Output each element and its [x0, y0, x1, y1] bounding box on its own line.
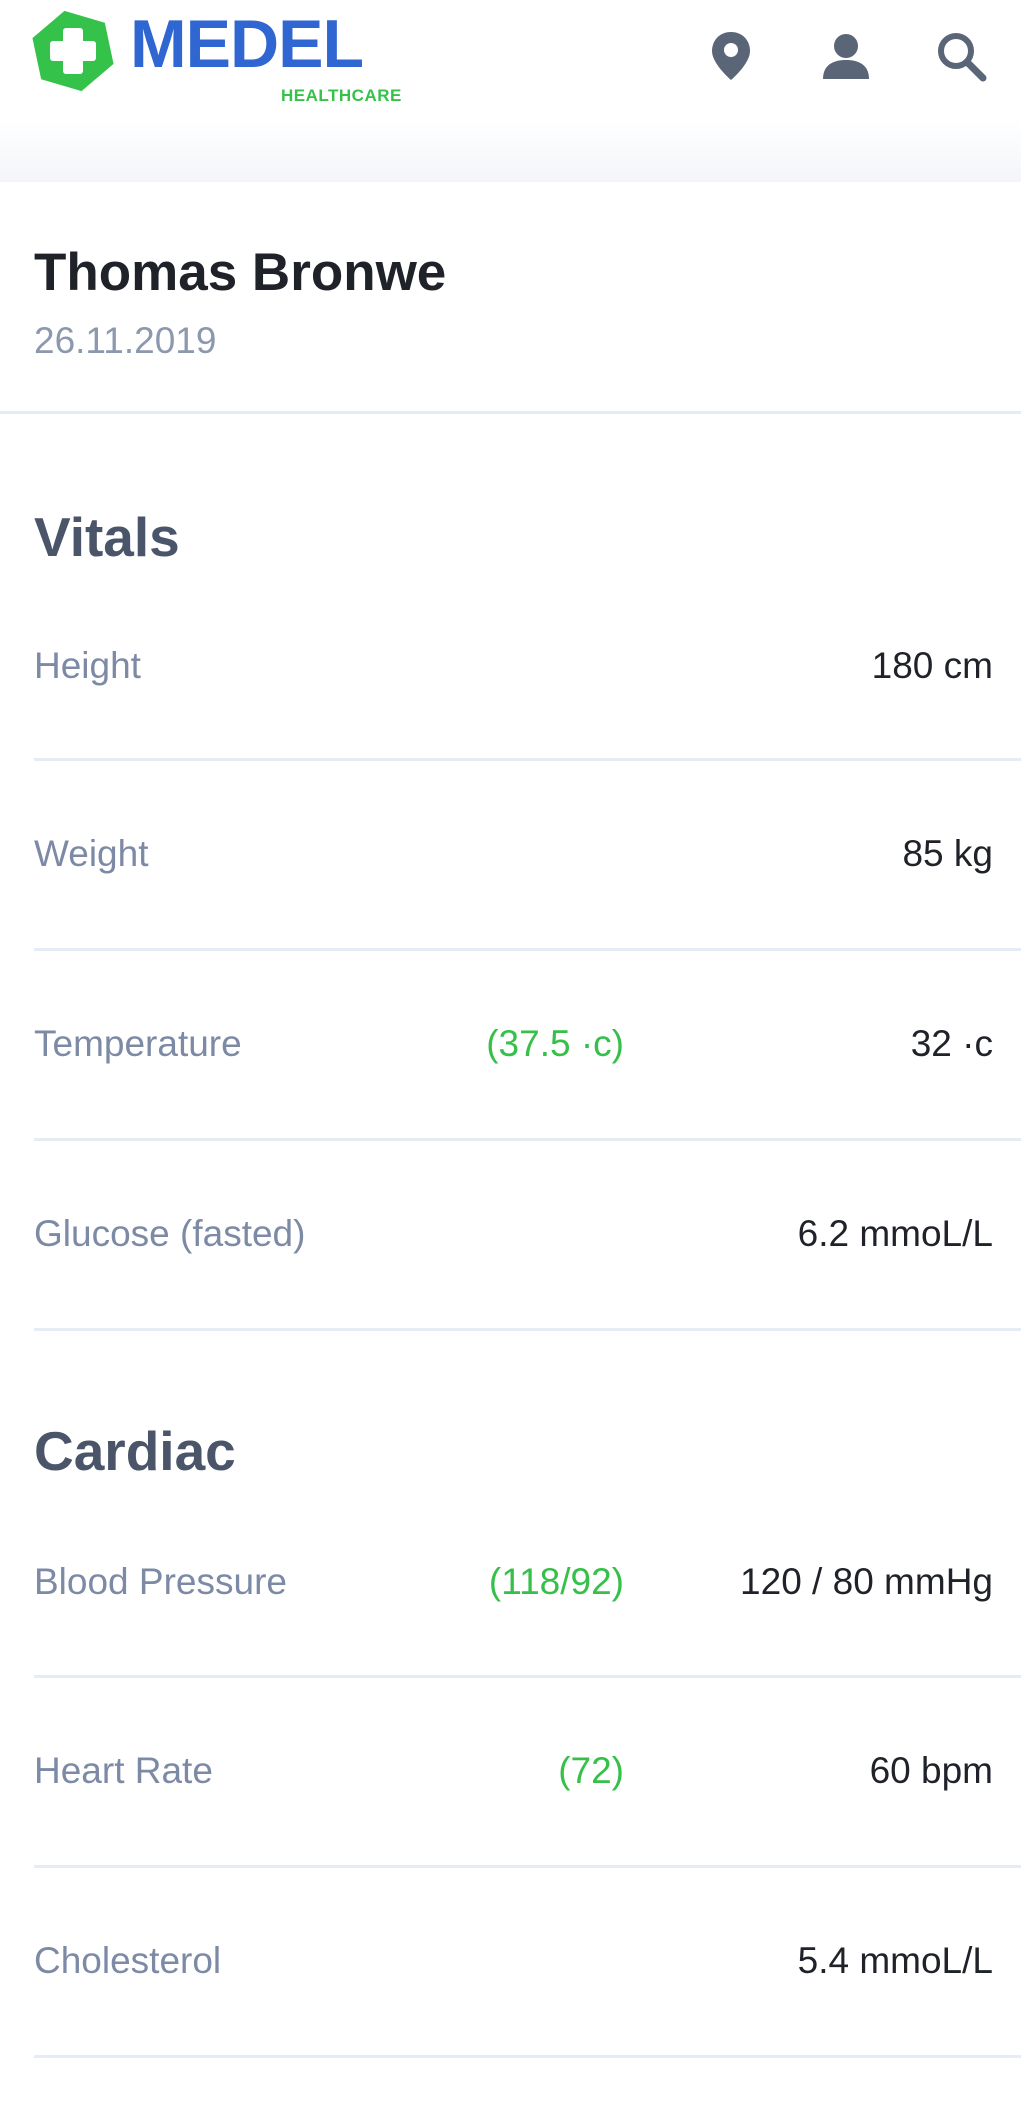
section-title-vitals: Vitals — [34, 506, 180, 568]
patient-results-screen: MEDEL HEALTHCARE Thomas Bronwe 26.11.201… — [0, 0, 1021, 2115]
brand-logo[interactable]: MEDEL HEALTHCARE — [30, 6, 402, 105]
row-reference: (37.5 ·c) — [486, 1023, 624, 1064]
row-label: Weight — [34, 833, 149, 874]
search-icon[interactable] — [933, 28, 989, 84]
row-label: Temperature — [34, 1023, 242, 1064]
row-value: 60 bpm — [869, 1750, 993, 1791]
patient-name: Thomas Bronwe — [34, 243, 447, 302]
row-label: Heart Rate — [34, 1750, 213, 1791]
results-card: Thomas Bronwe 26.11.2019 Vitals Height 1… — [0, 183, 1021, 2115]
visit-date: 26.11.2019 — [34, 320, 217, 361]
patient-summary: Thomas Bronwe 26.11.2019 — [0, 183, 1021, 414]
user-icon[interactable] — [818, 28, 874, 84]
row-value: 120 / 80 mmHg — [740, 1561, 993, 1602]
row-value: 5.4 mmoL/L — [797, 1940, 993, 1981]
row-value: 180 cm — [871, 645, 993, 686]
list-item-cholesterol[interactable]: Cholesterol 5.4 mmoL/L — [34, 1868, 1021, 2058]
row-value: 6.2 mmoL/L — [797, 1213, 993, 1254]
brand-tagline: HEALTHCARE — [281, 86, 402, 105]
row-reference: (118/92) — [488, 1561, 624, 1602]
list-item-temperature[interactable]: Temperature (37.5 ·c) 32 ·c — [34, 951, 1021, 1141]
app-header: MEDEL HEALTHCARE — [0, 0, 1021, 182]
location-pin-icon[interactable] — [703, 28, 759, 84]
list-item-weight[interactable]: Weight 85 kg — [34, 761, 1021, 951]
row-label: Blood Pressure — [34, 1561, 287, 1602]
row-value: 85 kg — [902, 833, 993, 874]
row-reference: (72) — [558, 1750, 624, 1791]
list-item-heart-rate[interactable]: Heart Rate (72) 60 bpm — [34, 1678, 1021, 1868]
row-label: Cholesterol — [34, 1940, 222, 1981]
section-title-cardiac: Cardiac — [34, 1420, 236, 1482]
row-value: 32 ·c — [910, 1023, 993, 1064]
list-item-height[interactable]: Height 180 cm — [34, 605, 1021, 761]
medical-cross-logo-icon — [32, 10, 114, 92]
list-item-blood-pressure[interactable]: Blood Pressure (118/92) 120 / 80 mmHg — [34, 1523, 1021, 1678]
list-item-glucose[interactable]: Glucose (fasted) 6.2 mmoL/L — [34, 1141, 1021, 1331]
row-label: Glucose (fasted) — [34, 1213, 306, 1254]
row-label: Height — [34, 645, 141, 686]
brand-name: MEDEL — [130, 6, 364, 82]
